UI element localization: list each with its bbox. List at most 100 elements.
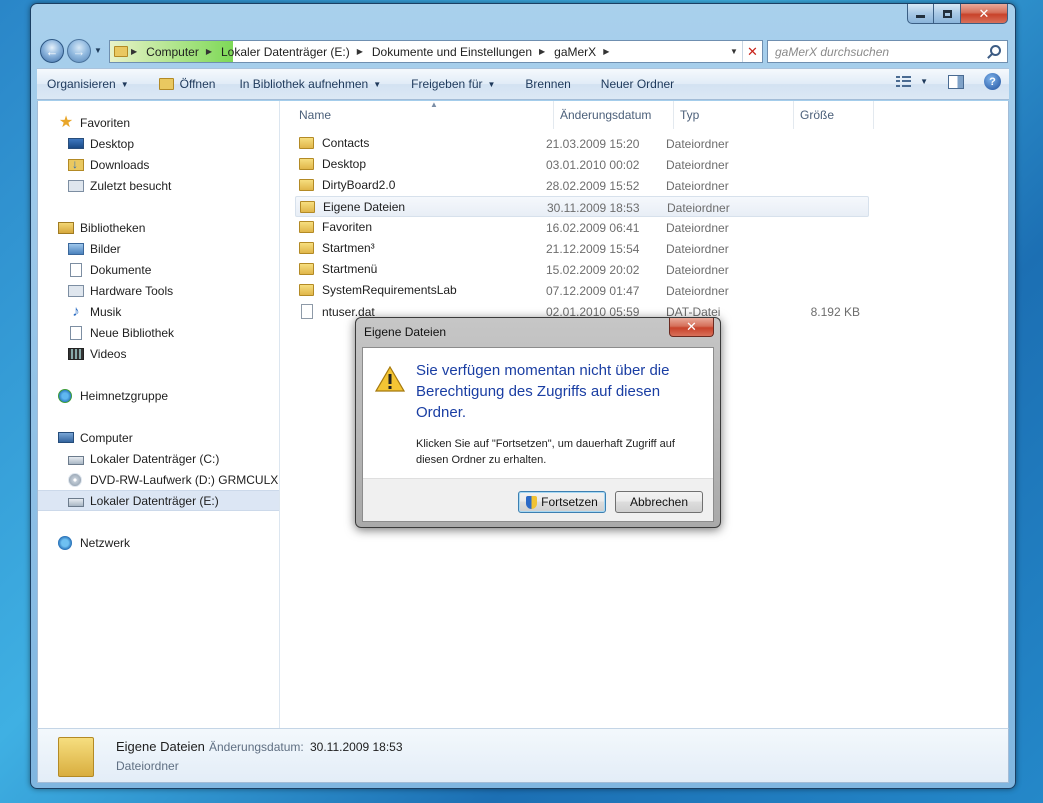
folder-icon [300, 201, 315, 213]
search-icon[interactable] [990, 45, 1001, 56]
column-header-name[interactable]: Name ▲ [293, 100, 554, 129]
maximize-button[interactable] [934, 4, 961, 24]
table-row[interactable]: Desktop 03.01.2010 00:02 Dateiordner [295, 154, 869, 175]
sidebar-item-videos[interactable]: Videos [38, 343, 279, 364]
command-bar: Organisieren ▼ Öffnen In Bibliothek aufne… [37, 68, 1009, 100]
breadcrumb-computer[interactable]: Computer [146, 45, 199, 59]
column-header-size[interactable]: Größe [794, 101, 874, 129]
burn-button[interactable]: Brennen [525, 77, 570, 91]
file-name-cell: Eigene Dateien [300, 200, 405, 214]
table-row[interactable]: Contacts 21.03.2009 15:20 Dateiordner [295, 133, 869, 154]
file-name-cell: DirtyBoard2.0 [299, 178, 395, 192]
include-in-library-button[interactable]: In Bibliothek aufnehmen ▼ [239, 77, 381, 91]
recent-places-icon [68, 179, 84, 192]
stop-icon[interactable]: ✕ [742, 41, 762, 62]
sidebar-item-homegroup[interactable]: Heimnetzgruppe [38, 385, 279, 406]
access-denied-dialog: Eigene Dateien ✕ Sie verfügen momentan n… [355, 317, 721, 528]
folder-icon [299, 263, 314, 275]
address-dropdown[interactable]: ▼ [726, 47, 742, 56]
star-icon: ★ [58, 113, 74, 131]
chevron-right-icon[interactable]: ▶ [603, 47, 609, 56]
arrow-right-icon: → [72, 43, 86, 59]
views-icon[interactable] [896, 75, 912, 88]
sidebar-item-network[interactable]: Netzwerk [38, 532, 279, 553]
cancel-button[interactable]: Abbrechen [615, 491, 703, 513]
file-date: 03.01.2010 00:02 [546, 158, 640, 172]
new-folder-button[interactable]: Neuer Ordner [601, 77, 674, 91]
breadcrumb-gamerx[interactable]: gaMerX [554, 45, 596, 59]
file-type: Dateiordner [666, 137, 729, 151]
sidebar-item-downloads[interactable]: Downloads [38, 154, 279, 175]
file-date: 21.03.2009 15:20 [546, 137, 640, 151]
sidebar-item-music[interactable]: ♪ Musik [38, 301, 279, 322]
continue-button[interactable]: Fortsetzen [518, 491, 606, 513]
dialog-close-button[interactable]: ✕ [669, 318, 714, 337]
close-button[interactable]: ✕ [961, 4, 1008, 24]
sidebar-item-documents[interactable]: Dokumente [38, 259, 279, 280]
sidebar-item-desktop[interactable]: Desktop [38, 133, 279, 154]
breadcrumb-documents-settings[interactable]: Dokumente und Einstellungen [372, 45, 532, 59]
libraries-icon [58, 221, 74, 234]
table-row[interactable]: Startmenü 15.02.2009 20:02 Dateiordner [295, 259, 869, 280]
views-dropdown[interactable]: ▼ [920, 77, 928, 86]
table-row[interactable]: Eigene Dateien 30.11.2009 18:53 Dateiordne… [295, 196, 869, 217]
open-button[interactable]: Öffnen [158, 77, 215, 91]
forward-button[interactable]: → [67, 39, 91, 63]
details-name: Eigene Dateien [116, 739, 205, 754]
file-date: 28.02.2009 15:52 [546, 179, 640, 193]
table-row[interactable]: Startmen³ 21.12.2009 15:54 Dateiordner [295, 238, 869, 259]
chevron-down-icon: ▼ [120, 79, 129, 89]
open-folder-icon [158, 78, 174, 90]
navigation-pane[interactable]: ★Favoriten Desktop Downloads Zuletzt bes… [38, 101, 280, 728]
file-name: DirtyBoard2.0 [322, 178, 396, 192]
table-row[interactable]: SystemRequirementsLab 07.12.2009 01:47 Dat… [295, 280, 869, 301]
sidebar-item-drive-e[interactable]: Lokaler Datenträger (E:) [38, 490, 279, 511]
library-icon [70, 325, 82, 340]
chevron-right-icon[interactable]: ▶ [539, 47, 545, 56]
sidebar-item-recent[interactable]: Zuletzt besucht [38, 175, 279, 196]
sidebar-item-hardware-tools[interactable]: Hardware Tools [38, 280, 279, 301]
sidebar-item-drive-d[interactable]: DVD-RW-Laufwerk (D:) GRMCULXFF [38, 469, 279, 490]
file-type: Dateiordner [666, 242, 729, 256]
file-name-cell: Favoriten [299, 220, 372, 234]
videos-icon [68, 347, 84, 360]
table-row[interactable]: DirtyBoard2.0 28.02.2009 15:52 Dateiordner [295, 175, 869, 196]
sidebar-item-favorites[interactable]: ★ Favoriten [38, 112, 279, 133]
back-button[interactable]: ← [40, 39, 64, 63]
column-header-date[interactable]: Änderungsdatum [554, 101, 674, 129]
share-with-button[interactable]: Freigeben für ▼ [411, 77, 495, 91]
file-icon [301, 304, 313, 319]
file-date: 21.12.2009 15:54 [546, 242, 640, 256]
sidebar-item-libraries[interactable]: Bibliotheken [38, 217, 279, 238]
chevron-right-icon[interactable]: ▶ [206, 47, 212, 56]
hard-drive-icon [68, 497, 84, 507]
file-type: Dateiordner [666, 284, 729, 298]
breadcrumb-drive-e[interactable]: Lokaler Datenträger (E:) [221, 45, 350, 59]
search-input[interactable]: gaMerX durchsuchen [767, 40, 1008, 63]
file-name: Startmen³ [322, 241, 375, 255]
address-bar[interactable]: ▶ Computer ▶ Lokaler Datenträger (E:) ▶ … [109, 40, 763, 63]
file-name: Desktop [322, 157, 367, 171]
desktop-icon [68, 138, 84, 149]
preview-pane-icon[interactable] [948, 74, 964, 89]
help-icon[interactable]: ? [984, 73, 1001, 90]
chevron-right-icon[interactable]: ▶ [357, 47, 363, 56]
details-type: Dateiordner [116, 759, 179, 773]
organize-button[interactable]: Organisieren ▼ [47, 77, 129, 91]
chevron-right-icon[interactable]: ▶ [131, 47, 137, 56]
file-name: Favoriten [322, 220, 373, 234]
network-icon [58, 535, 72, 550]
table-row[interactable]: Favoriten 16.02.2009 06:41 Dateiordner [295, 217, 869, 238]
dialog-title: Eigene Dateien [364, 325, 447, 339]
file-date: 15.02.2009 20:02 [546, 263, 640, 277]
sidebar-item-computer[interactable]: Computer [38, 427, 279, 448]
folder-icon [58, 737, 94, 777]
sidebar-item-new-library[interactable]: Neue Bibliothek [38, 322, 279, 343]
minimize-button[interactable] [907, 4, 934, 24]
folder-icon [299, 242, 314, 254]
sidebar-item-pictures[interactable]: Bilder [38, 238, 279, 259]
column-header-type[interactable]: Typ [674, 101, 794, 129]
recent-pages-dropdown[interactable]: ▼ [94, 46, 102, 55]
sidebar-item-drive-c[interactable]: Lokaler Datenträger (C:) [38, 448, 279, 469]
hard-drive-icon [68, 455, 84, 465]
